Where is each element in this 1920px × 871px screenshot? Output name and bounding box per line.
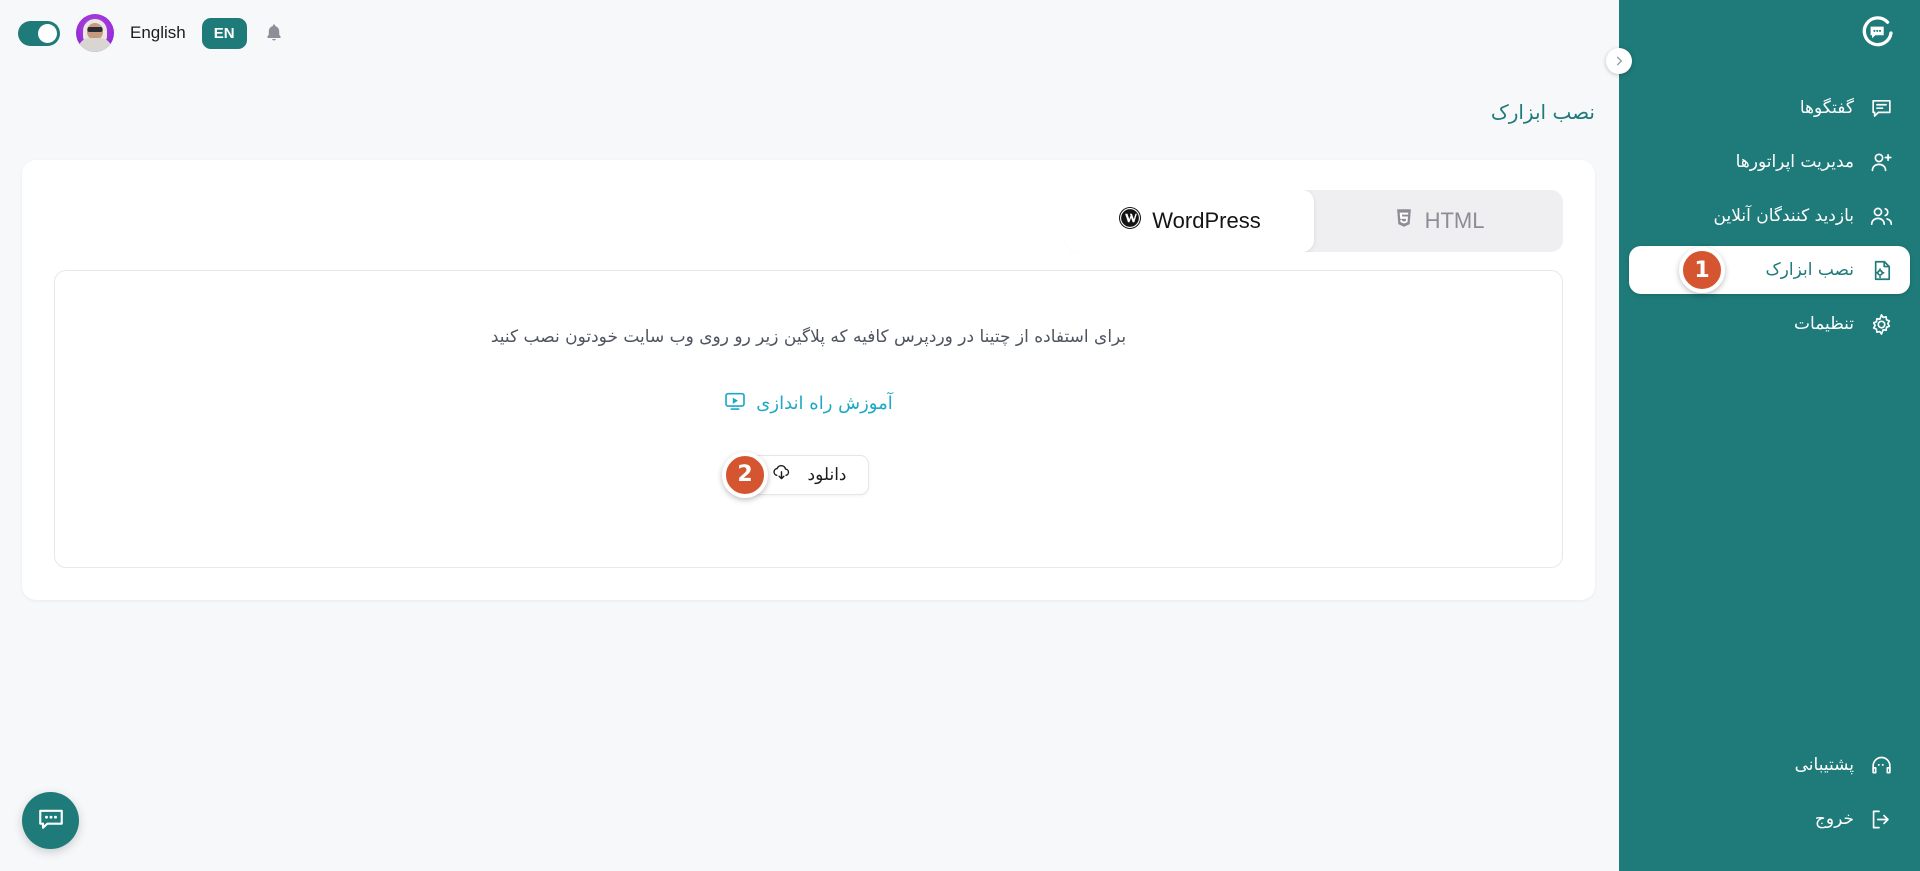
- language-label: English: [130, 23, 186, 42]
- sidebar-item-support-label: پشتیبانی: [1794, 754, 1854, 775]
- wordpress-icon: [1118, 206, 1142, 236]
- avatar-body: [78, 38, 112, 52]
- chat-icon: [1868, 95, 1894, 121]
- sidebar-item-conversations[interactable]: گفتگوها: [1629, 84, 1910, 132]
- step-badge-1: 1: [1679, 247, 1725, 293]
- sidebar-collapse-button[interactable]: [1606, 48, 1632, 74]
- toggle-knob: [38, 23, 57, 43]
- chat-bubble-icon: [36, 804, 66, 838]
- sidebar-logo[interactable]: [1619, 0, 1920, 66]
- file-gear-icon: [1868, 257, 1894, 283]
- sidebar-bottom-nav: پشتیبانی خروج: [1619, 741, 1920, 871]
- headset-icon: [1868, 752, 1894, 778]
- page-title: نصب ابزارک: [1490, 100, 1595, 124]
- sidebar-item-settings-label: تنظیمات: [1794, 313, 1854, 334]
- platform-tabs: WordPress HTML: [1065, 190, 1563, 252]
- app-root: English EN نصب ابزارک WordPress HTML برا…: [0, 0, 1920, 871]
- sidebar-item-online-visitors[interactable]: بازدید کنندگان آنلاین: [1629, 192, 1910, 240]
- sidebar-item-install-widget-label: نصب ابزارک: [1765, 259, 1854, 280]
- download-button-label: دانلود: [807, 464, 847, 484]
- chatina-logo-icon: [1862, 16, 1893, 47]
- sidebar-item-settings[interactable]: تنظیمات: [1629, 300, 1910, 348]
- tab-wordpress-label: WordPress: [1152, 208, 1261, 233]
- sidebar-item-install-widget[interactable]: 1 نصب ابزارک: [1629, 246, 1910, 294]
- setup-tutorial-link[interactable]: آموزش راه اندازی: [724, 390, 893, 417]
- setup-tutorial-label: آموزش راه اندازی: [756, 392, 893, 414]
- language-code-badge[interactable]: EN: [201, 17, 247, 49]
- cloud-download-icon: [771, 462, 792, 488]
- sidebar-item-logout-label: خروج: [1814, 808, 1854, 829]
- sidebar: گفتگوها مدیریت اپراتورها بازدید کنندگان …: [1606, 0, 1920, 871]
- chevron-right-icon: [1616, 56, 1623, 66]
- chat-fab-button[interactable]: [22, 792, 79, 849]
- sidebar-item-operators-label: مدیریت اپراتورها: [1735, 151, 1854, 172]
- gear-icon: [1868, 311, 1894, 337]
- video-play-icon: [724, 390, 746, 417]
- avatar[interactable]: [76, 14, 114, 52]
- sidebar-item-online-visitors-label: بازدید کنندگان آنلاین: [1713, 205, 1854, 226]
- tab-wordpress[interactable]: WordPress: [1065, 190, 1314, 252]
- step-badge-2: 2: [722, 451, 768, 498]
- theme-toggle[interactable]: [18, 20, 60, 46]
- sidebar-item-support[interactable]: پشتیبانی: [1629, 741, 1910, 789]
- top-bar: English EN: [0, 0, 1619, 66]
- logout-icon: [1868, 806, 1894, 832]
- download-area: 2 دانلود: [722, 451, 869, 498]
- top-bar-controls: English EN: [18, 14, 285, 52]
- bell-icon[interactable]: [263, 21, 285, 45]
- user-plus-icon: [1868, 149, 1894, 175]
- users-icon: [1868, 203, 1894, 229]
- avatar-sunglasses: [87, 27, 103, 32]
- install-widget-card: WordPress HTML برای استفاده از چتینا در …: [22, 160, 1595, 600]
- sidebar-nav: گفتگوها مدیریت اپراتورها بازدید کنندگان …: [1619, 84, 1920, 348]
- sidebar-item-logout[interactable]: خروج: [1629, 795, 1910, 843]
- html5-icon: [1393, 207, 1415, 235]
- install-panel: برای استفاده از چتینا در وردپرس کافیه که…: [54, 270, 1563, 568]
- sidebar-item-conversations-label: گفتگوها: [1799, 97, 1854, 118]
- install-description: برای استفاده از چتینا در وردپرس کافیه که…: [490, 327, 1127, 347]
- sidebar-item-operators[interactable]: مدیریت اپراتورها: [1629, 138, 1910, 186]
- tab-html[interactable]: HTML: [1314, 190, 1563, 252]
- tab-html-label: HTML: [1424, 208, 1485, 233]
